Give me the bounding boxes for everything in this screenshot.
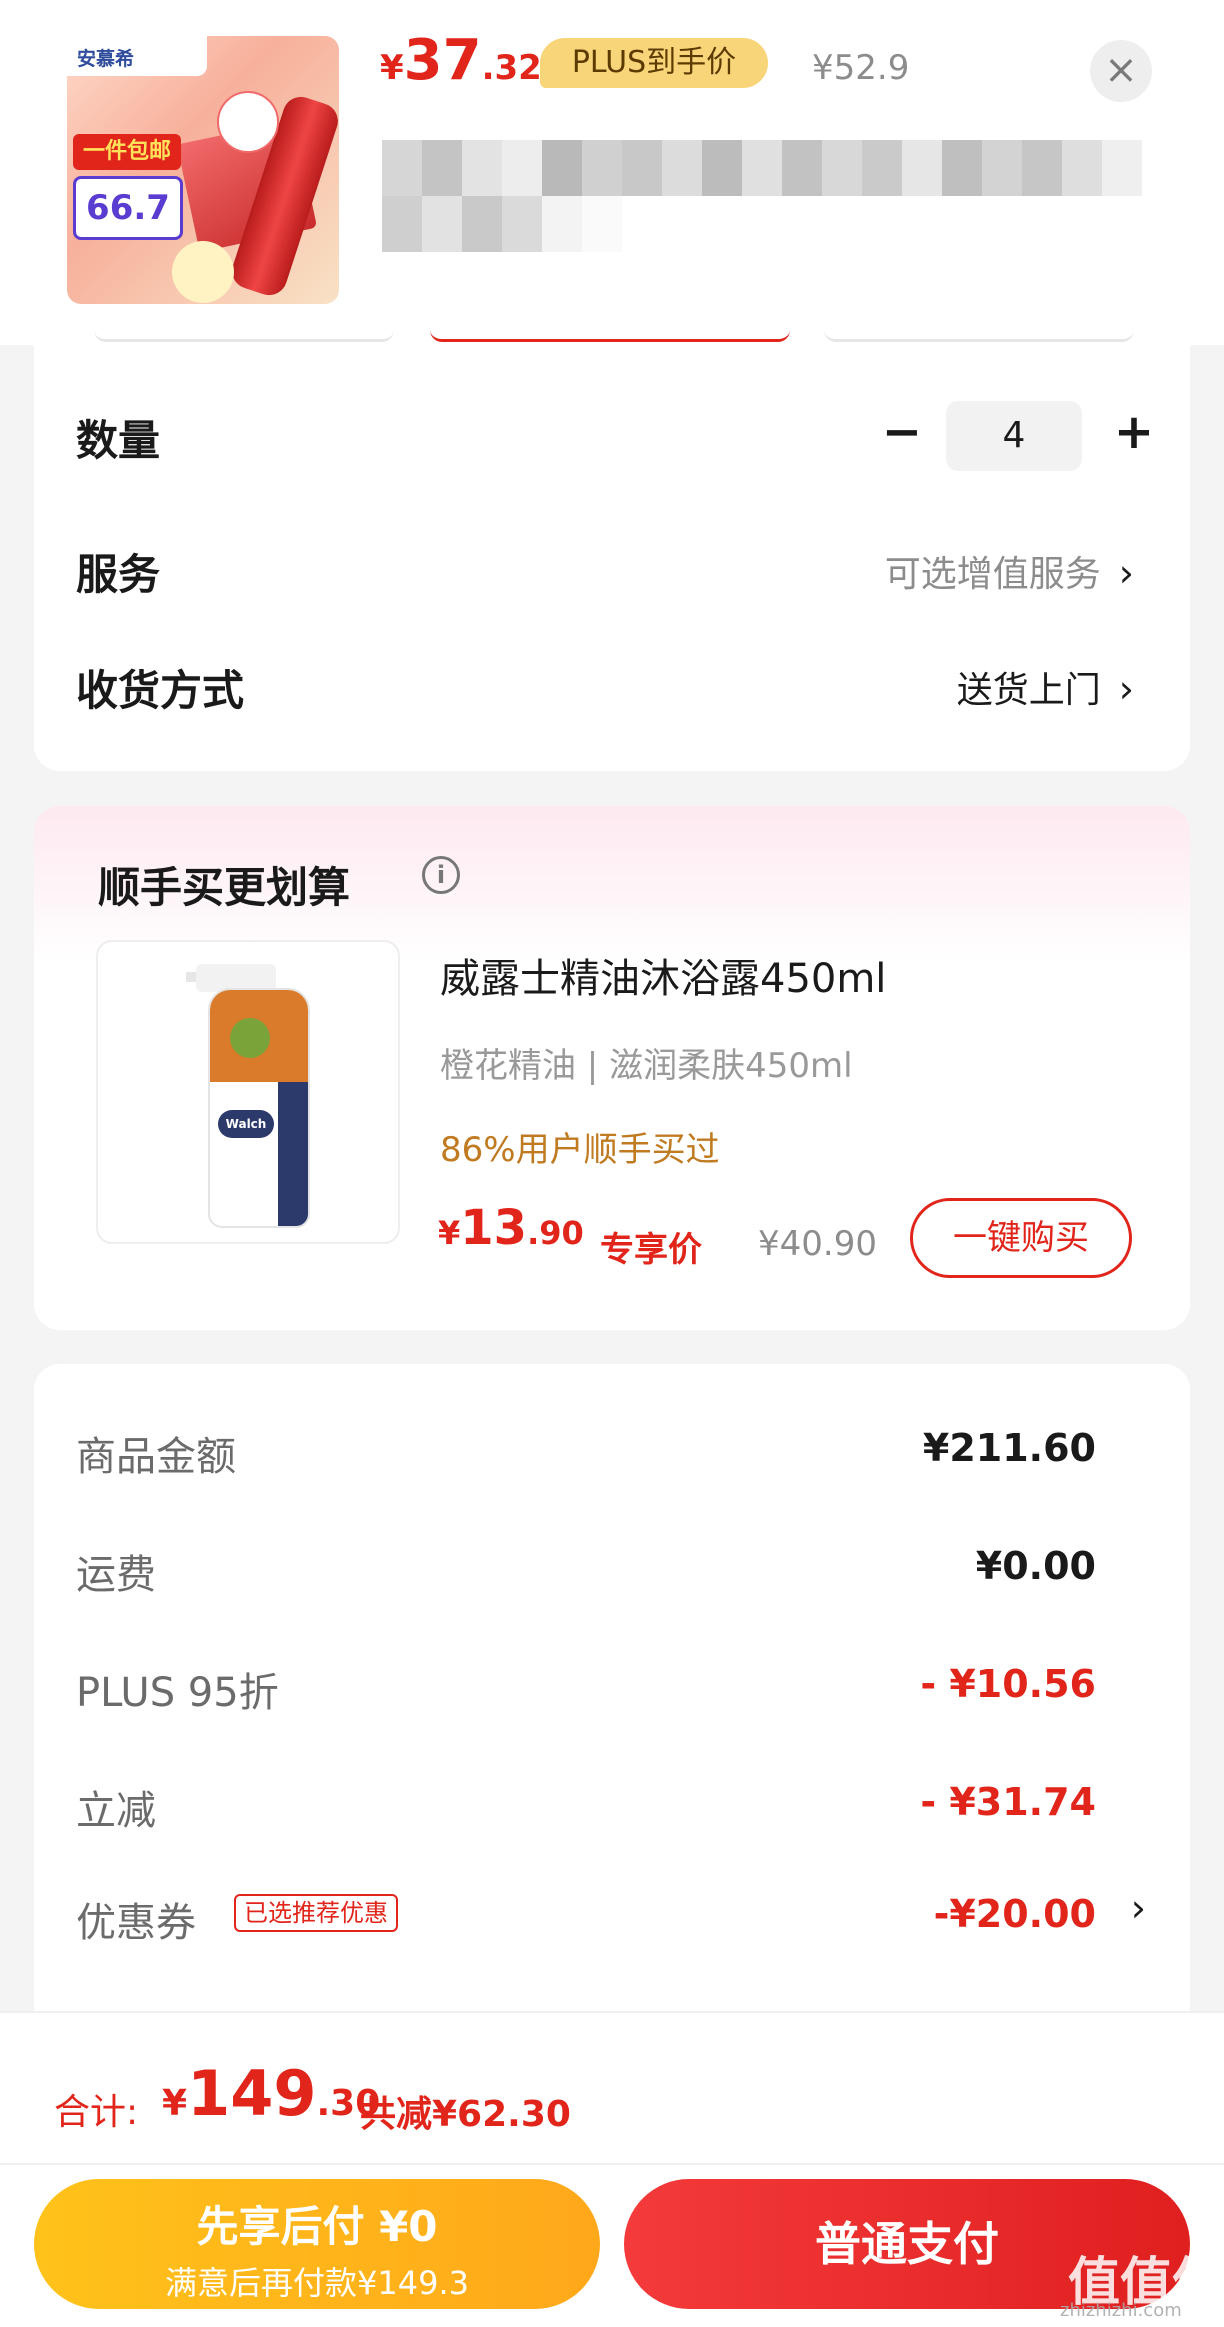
blur-row <box>382 196 1152 252</box>
spec-chip-hint <box>824 330 1134 342</box>
total-price: ¥149.30 <box>162 2057 380 2130</box>
recommended-product-name[interactable]: 威露士精油沐浴露450ml <box>440 946 886 1004</box>
cost-label-instant-discount: 立减 <box>76 1788 156 1834</box>
price-integer: 13 <box>460 1200 528 1256</box>
quantity-increase-button[interactable]: + <box>1106 405 1162 461</box>
info-icon[interactable]: i <box>422 856 460 894</box>
checkout-bar: 合计: ¥149.30 共减¥62.30 先享后付 ¥0 满意后再付款¥149.… <box>0 2011 1224 2327</box>
recommended-product-thumbnail[interactable]: Walch <box>96 940 400 1244</box>
service-label: 服务 <box>76 550 161 599</box>
recommended-product-spec: 橙花精油 | 滋润柔肤450ml <box>440 1046 853 1086</box>
close-button[interactable]: × <box>1090 40 1152 102</box>
pay-later-title: 先享后付 ¥0 <box>196 2202 438 2251</box>
price-symbol: ¥ <box>438 1214 461 1252</box>
original-price: ¥52.9 <box>812 48 910 88</box>
quantity-label: 数量 <box>76 416 161 465</box>
pay-later-button[interactable]: 先享后付 ¥0 满意后再付款¥149.3 <box>34 2179 600 2309</box>
pay-later-subtitle: 满意后再付款¥149.3 <box>165 2264 469 2302</box>
price-integer: 149 <box>187 2057 317 2130</box>
thumb-badge <box>217 91 279 153</box>
thumb-badge-secondary <box>172 241 234 303</box>
thumb-price: 66.7 <box>73 176 183 240</box>
order-options-card: 数量 − 4 + 服务 可选增值服务 › 收货方式 送货上门 › <box>34 345 1190 771</box>
bottle-body: Walch <box>208 988 310 1228</box>
quantity-value[interactable]: 4 <box>946 401 1082 471</box>
recommendation-title: 顺手买更划算 <box>98 863 351 912</box>
watermark-url: zhizhizhi.com <box>1060 2300 1182 2321</box>
cost-summary-card: 商品金额 ¥211.60 运费 ¥0.00 PLUS 95折 - ¥10.56 … <box>34 1364 1190 2064</box>
chevron-right-icon: › <box>1118 667 1134 711</box>
blur-row <box>382 140 1152 196</box>
one-click-buy-button[interactable]: 一键购买 <box>910 1198 1132 1278</box>
add-on-recommendation-card: 顺手买更划算 i Walch 威露士精油沐浴露450ml 橙花精油 | 滋润柔肤… <box>34 806 1190 1330</box>
price-integer: 37 <box>403 28 482 93</box>
bottle-stripe <box>278 1082 308 1226</box>
cost-value-coupon[interactable]: -¥20.00 <box>934 1892 1096 1936</box>
price-decimal: .32 <box>481 48 542 88</box>
delivery-value: 送货上门 <box>956 670 1101 711</box>
chevron-right-icon: › <box>1118 551 1134 595</box>
cost-label-plus-discount: PLUS 95折 <box>76 1670 279 1716</box>
exclusive-price-label: 专享价 <box>600 1230 702 1270</box>
cost-value-plus-discount: - ¥10.56 <box>920 1662 1096 1706</box>
price-decimal: .90 <box>527 1214 584 1252</box>
product-header: 安慕希 一件包邮 66.7 ¥37.32 PLUS到手价 ¥52.9 × <box>0 0 1224 345</box>
quantity-decrease-button[interactable]: − <box>874 405 930 461</box>
bottle-brand: Walch <box>218 1110 274 1138</box>
delivery-label: 收货方式 <box>76 666 245 715</box>
price-symbol: ¥ <box>162 2083 188 2124</box>
price-symbol: ¥ <box>380 48 404 88</box>
thumb-brand: 安慕希 <box>67 36 207 76</box>
product-price: ¥37.32 <box>380 28 542 93</box>
spec-chip-hint <box>94 330 394 342</box>
cost-label-coupon: 优惠券 <box>76 1900 196 1946</box>
chevron-right-icon[interactable]: › <box>1131 1886 1146 1930</box>
cost-value-shipping: ¥0.00 <box>975 1544 1096 1588</box>
total-label: 合计: <box>54 2092 139 2133</box>
blurred-product-title <box>382 140 1152 260</box>
plus-price-tag: PLUS到手价 <box>540 38 768 88</box>
recommended-product-price: ¥13.90 <box>438 1200 584 1256</box>
service-selector[interactable]: 可选增值服务 › <box>885 545 1134 597</box>
recommended-original-price: ¥40.90 <box>758 1224 877 1264</box>
total-saved: 共减¥62.30 <box>360 2094 571 2135</box>
cost-value-subtotal: ¥211.60 <box>922 1426 1096 1470</box>
bottle-label <box>210 990 308 1082</box>
thumb-banner: 一件包邮 <box>73 134 181 170</box>
coupon-selected-tag: 已选推荐优惠 <box>234 1894 398 1932</box>
spec-chip-hint-selected <box>430 330 790 342</box>
product-thumbnail: 安慕希 一件包邮 66.7 <box>67 36 339 304</box>
delivery-selector[interactable]: 送货上门 › <box>957 661 1134 713</box>
service-value: 可选增值服务 <box>884 554 1101 595</box>
cost-label-subtotal: 商品金额 <box>76 1434 236 1480</box>
recommended-product-stat: 86%用户顺手买过 <box>440 1130 720 1170</box>
cost-value-instant-discount: - ¥31.74 <box>920 1780 1096 1824</box>
divider <box>0 2163 1224 2165</box>
cost-label-shipping: 运费 <box>76 1552 156 1598</box>
